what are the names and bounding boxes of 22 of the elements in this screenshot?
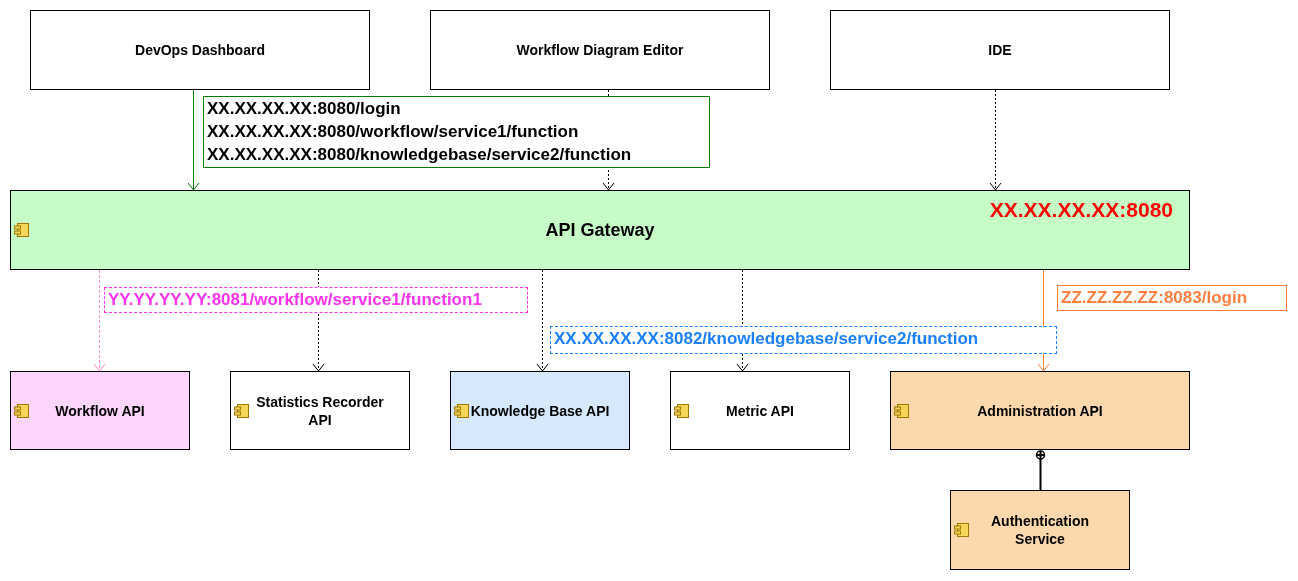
node-label: Metric API bbox=[726, 401, 794, 420]
url-note: XX.XX.XX.XX:8080/login XX.XX.XX.XX:8080/workflow/service1/function XX.XX.XX.XX:8080/knowledgebase/service2/function bbox=[203, 96, 710, 168]
url-note: YY.YY.YY.YY:8081/workflow/service1/function1 bbox=[104, 287, 528, 313]
address-label: XX.XX.XX.XX:8080 bbox=[989, 198, 1173, 222]
node-label: Authentication Service bbox=[990, 512, 1090, 548]
node-label: Statistics Recorder API bbox=[255, 392, 385, 429]
node-label: Administration API bbox=[977, 401, 1103, 420]
component-icon bbox=[674, 403, 689, 418]
component-icon bbox=[14, 403, 29, 418]
url-note: ZZ.ZZ.ZZ.ZZ:8083/login bbox=[1057, 285, 1287, 311]
url-note: XX.XX.XX.XX:8082/knowledgebase/service2/function bbox=[550, 326, 1057, 354]
node-label: IDE bbox=[988, 41, 1012, 59]
node-label: DevOps Dashboard bbox=[135, 41, 265, 59]
component-icon bbox=[14, 223, 29, 237]
node-label: Workflow API bbox=[55, 401, 145, 420]
node-label: API Gateway bbox=[545, 221, 655, 239]
node-label: Workflow Diagram Editor bbox=[516, 41, 684, 59]
component-icon bbox=[894, 403, 909, 418]
component-icon bbox=[454, 403, 469, 418]
component-icon bbox=[954, 523, 969, 537]
component-icon bbox=[234, 403, 249, 418]
node-label: Knowledge Base API bbox=[470, 401, 610, 420]
